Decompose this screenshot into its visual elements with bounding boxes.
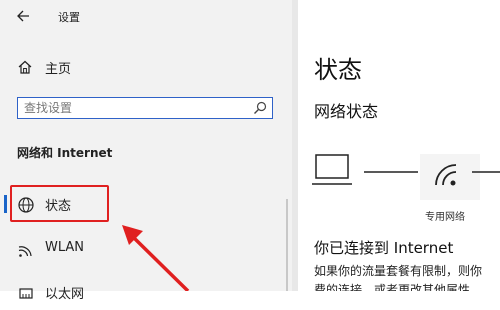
- sidebar: 设置 主页 网络和 Internet 状态 WLAN: [0, 0, 292, 302]
- laptop-icon: [312, 154, 352, 185]
- annotation-highlight-box: [10, 185, 109, 222]
- home-label: 主页: [45, 62, 72, 77]
- selected-indicator: [4, 195, 7, 213]
- home-nav-item[interactable]: 主页: [17, 57, 137, 77]
- scrollbar[interactable]: [286, 199, 288, 291]
- search-icon[interactable]: [253, 101, 267, 115]
- wifi-blur-area: [420, 154, 480, 200]
- description-text: 如果你的流量套餐有限制，则你: [314, 264, 483, 278]
- ethernet-icon: [19, 288, 33, 299]
- page-title: 状态: [314, 56, 362, 84]
- section-title: 网络和 Internet: [17, 146, 113, 160]
- network-diagram: [312, 154, 500, 200]
- back-arrow-icon[interactable]: [14, 7, 34, 25]
- search-input[interactable]: [24, 100, 244, 116]
- network-status-heading: 网络状态: [314, 102, 379, 121]
- app-title: 设置: [58, 11, 80, 24]
- main-pane: 状态 网络状态 专用网络 你已连接到 Internet 如果你的流量套餐有限制，…: [298, 0, 500, 291]
- connected-heading: 你已连接到 Internet: [314, 239, 454, 257]
- search-box[interactable]: [17, 97, 273, 119]
- annotation-arrow-icon: [122, 225, 190, 291]
- network-type-label: 专用网络: [425, 212, 465, 223]
- description-text: 费的连接，或者更改其他属性: [314, 283, 471, 291]
- home-icon: [18, 60, 32, 74]
- wifi-icon: [18, 246, 32, 257]
- sidebar-item-label: 以太网: [45, 287, 85, 302]
- sidebar-item-label: WLAN: [45, 240, 85, 255]
